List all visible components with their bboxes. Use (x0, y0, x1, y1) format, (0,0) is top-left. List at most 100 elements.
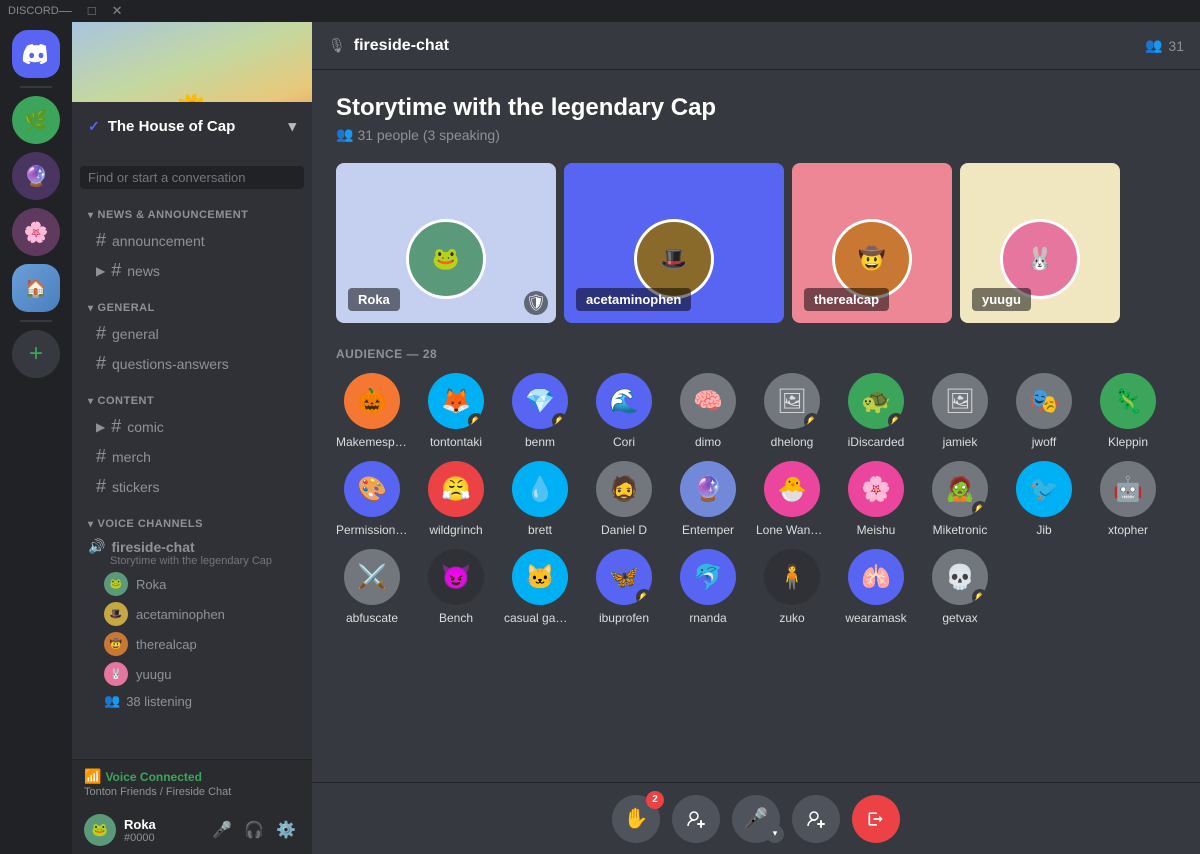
audience-name-23: ibuprofen (588, 611, 660, 625)
speaker-card-acetaminophen[interactable]: 🎩 acetaminophen (564, 163, 784, 323)
audience-member-xtopher[interactable]: 🤖xtopher (1092, 461, 1164, 537)
raise-hand-button[interactable]: ✋ 2 (612, 795, 660, 843)
audience-name-10: Permission Man (336, 523, 408, 537)
mic-dropdown-arrow: ▾ (766, 825, 784, 843)
voice-channel-fireside[interactable]: 🔊 fireside-chat Storytime with the legen… (72, 534, 312, 569)
audience-member-daniel-d[interactable]: 🧔Daniel D (588, 461, 660, 537)
audience-member-bench[interactable]: 😈Bench (420, 549, 492, 625)
category-general[interactable]: ▾ GENERAL (72, 286, 312, 318)
audience-member-abfuscate[interactable]: ⚔️abfuscate (336, 549, 408, 625)
voice-user-yuugu[interactable]: 🐰 yuugu (72, 659, 312, 689)
audience-name-21: Bench (420, 611, 492, 625)
voice-connected-label: 📶 Voice Connected (84, 768, 300, 785)
channel-general[interactable]: # general (80, 319, 304, 348)
audience-avatar-23: 🦋🔔 (596, 549, 652, 605)
audience-member-brett[interactable]: 💧brett (504, 461, 576, 537)
audience-member-lone-wanderer[interactable]: 🐣Lone Wanderer (756, 461, 828, 537)
audience-member-jwoff[interactable]: 🎭jwoff (1008, 373, 1080, 449)
channels-list: Find or start a conversation ▾ NEWS & AN… (72, 150, 312, 759)
audience-member-dimo[interactable]: 🧠dimo (672, 373, 744, 449)
channel-comic[interactable]: ▶ # comic (80, 412, 304, 441)
invite-button[interactable] (672, 795, 720, 843)
user-panel-avatar: 🐸 (84, 814, 116, 846)
mute-button[interactable]: 🎤 (208, 816, 236, 844)
search-wrapper: Find or start a conversation (72, 158, 312, 193)
voice-avatar-acetaminophen: 🎩 (104, 602, 128, 626)
channel-announcement[interactable]: # announcement (80, 226, 304, 255)
audience-avatar-4: 🧠 (680, 373, 736, 429)
speaker-emoji-yuugu: 🐰 (1003, 222, 1077, 296)
audience-member-casual-gamer[interactable]: 🐱casual gamer (504, 549, 576, 625)
category-content[interactable]: ▾ CONTENT (72, 379, 312, 411)
category-news[interactable]: ▾ NEWS & ANNOUNCEMENT (72, 193, 312, 225)
channel-header-name: fireside-chat (354, 37, 449, 55)
speaker-card-yuugu[interactable]: 🐰 yuugu (960, 163, 1120, 323)
server-icon-home[interactable] (12, 30, 60, 78)
main-content: 🎙 fireside-chat 👥 31 Storytime with the … (312, 22, 1200, 854)
leave-stage-button[interactable] (852, 795, 900, 843)
audience-member-jamiek[interactable]: 🖼jamiek (924, 373, 996, 449)
audience-member-permission-man[interactable]: 🎨 Permission Man (336, 461, 408, 537)
maximize-button[interactable]: □ (88, 3, 96, 19)
hash-icon-7: # (96, 476, 106, 497)
audience-member-jib[interactable]: 🐦Jib (1008, 461, 1080, 537)
audience-member-getvax[interactable]: 💀🔔getvax (924, 549, 996, 625)
audience-member-wildgrinch[interactable]: 😤wildgrinch (420, 461, 492, 537)
audience-member-wearamask[interactable]: 🫁wearamask (840, 549, 912, 625)
voice-user-roka[interactable]: 🐸 Roka (72, 569, 312, 599)
audience-member-meishu[interactable]: 🌸Meishu (840, 461, 912, 537)
audience-member-idiscarded[interactable]: 🐢🔔iDiscarded (840, 373, 912, 449)
audience-avatar-14: 🔮 (680, 461, 736, 517)
audience-badge-6: 🔔 (888, 413, 904, 429)
audience-member-benm[interactable]: 💎🔔benm (504, 373, 576, 449)
voice-user-acetaminophen[interactable]: 🎩 acetaminophen (72, 599, 312, 629)
server-icon-1[interactable]: 🌿 (12, 96, 60, 144)
audience-name-0: Makemespeakrr (336, 435, 408, 449)
audience-badge-2: 🔔 (552, 413, 568, 429)
titlebar-title: DISCORD (8, 5, 59, 17)
channel-news[interactable]: ▶ # news (80, 256, 304, 285)
audience-member-dhelong[interactable]: 🖼🔔dhelong (756, 373, 828, 449)
channel-qa[interactable]: # questions-answers (80, 349, 304, 378)
audience-member-ibuprofen[interactable]: 🦋🔔 ibuprofen (588, 549, 660, 625)
stage-icon: 🎙 (328, 37, 346, 54)
settings-button[interactable]: ⚙️ (272, 816, 300, 844)
audience-member-tontontaki[interactable]: 🦊🔔tontontaki (420, 373, 492, 449)
audience-member-kleppin[interactable]: 🦎Kleppin (1092, 373, 1164, 449)
deafen-button[interactable]: 🎧 (240, 816, 268, 844)
audience-avatar-8: 🎭 (1016, 373, 1072, 429)
channel-name-stickers: stickers (112, 479, 159, 495)
audience-member-entemper[interactable]: 🔮Entemper (672, 461, 744, 537)
server-banner[interactable]: 🌻 ✓ The House of Cap ▾ (72, 22, 312, 150)
audience-member-rnanda[interactable]: 🐬rnanda (672, 549, 744, 625)
audience-member-miketronic[interactable]: 🧟🔔Miketronic (924, 461, 996, 537)
server-icon-3[interactable]: 🌸 (12, 208, 60, 256)
channel-stickers[interactable]: # stickers (80, 472, 304, 501)
server-icon-2[interactable]: 🔮 (12, 152, 60, 200)
minimize-button[interactable]: — (59, 3, 72, 19)
speaker-card-roka[interactable]: 🐸 Roka 🛡 (336, 163, 556, 323)
voice-channel-subtitle: Storytime with the legendary Cap (110, 555, 304, 567)
audience-avatar-10: 🎨 (344, 461, 400, 517)
chevron-right-icon: ▶ (96, 264, 105, 278)
category-news-label: NEWS & ANNOUNCEMENT (98, 209, 249, 221)
server-dropdown-arrow[interactable]: ▾ (288, 117, 296, 135)
close-button[interactable]: ✕ (112, 3, 123, 19)
server-icon-add[interactable]: + (12, 330, 60, 378)
audience-member-zuko[interactable]: 🧍zuko (756, 549, 828, 625)
audience-name-6: iDiscarded (840, 435, 912, 449)
user-info: Roka #0000 (124, 817, 200, 844)
channel-merch[interactable]: # merch (80, 442, 304, 471)
mic-button[interactable]: 🎤 ▾ (732, 795, 780, 843)
hash-icon-6: # (96, 446, 106, 467)
audience-member-cori[interactable]: 🌊Cori (588, 373, 660, 449)
voice-user-therealcap[interactable]: 🤠 therealcap (72, 629, 312, 659)
category-voice[interactable]: ▾ VOICE CHANNELS (72, 502, 312, 534)
add-person-button[interactable] (792, 795, 840, 843)
audience-name-26: wearamask (840, 611, 912, 625)
stage-meta-icon: 👥 (336, 126, 353, 143)
audience-member-makemespeakrr[interactable]: 🎃Makemespeakrr (336, 373, 408, 449)
speaker-card-therealcap[interactable]: 🤠 therealcap (792, 163, 952, 323)
channel-search[interactable]: Find or start a conversation (80, 166, 304, 189)
server-icon-current[interactable]: 🏠 (12, 264, 60, 312)
